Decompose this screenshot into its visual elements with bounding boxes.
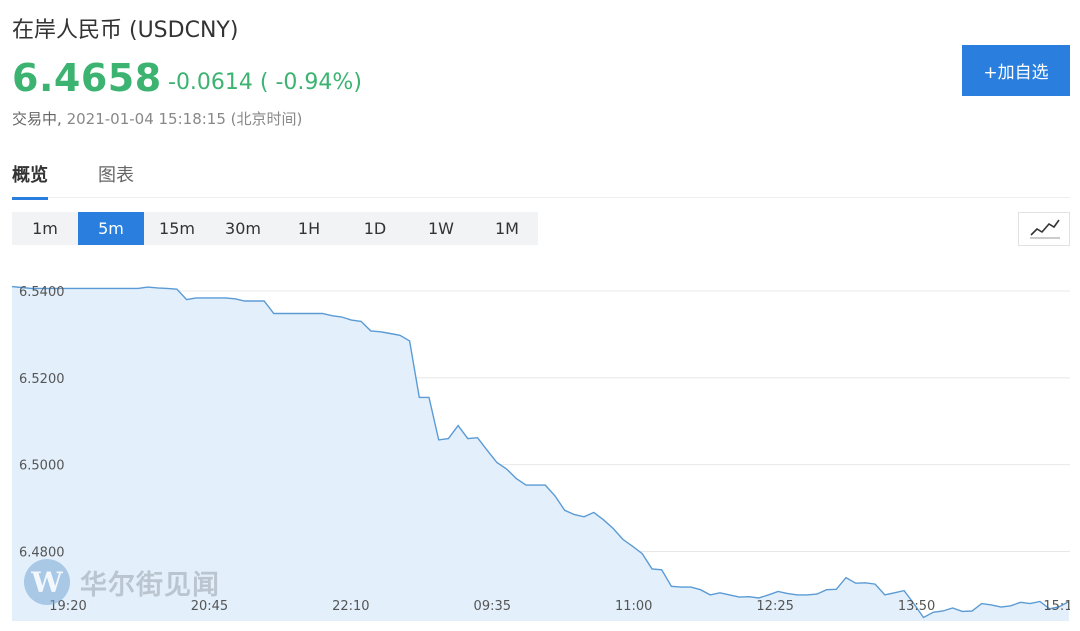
wallstreetcn-logo-icon: W	[24, 559, 70, 605]
period-1w[interactable]: 1W	[408, 212, 474, 245]
y-tick-label: 6.5400	[19, 285, 65, 300]
period-selector: 1m 5m 15m 30m 1H 1D 1W 1M	[12, 212, 538, 245]
tab-chart[interactable]: 图表	[98, 161, 134, 187]
y-tick-label: 6.5200	[19, 372, 65, 387]
x-tick-label: 22:10	[332, 599, 369, 614]
y-tick-label: 6.5000	[19, 459, 65, 474]
x-tick-label: 11:00	[615, 599, 652, 614]
trading-status: 交易中, 2021-01-04 15:18:15 (北京时间)	[12, 108, 302, 129]
tab-bar: 概览 图表	[12, 157, 1070, 200]
x-tick-label: 13:50	[898, 599, 935, 614]
x-tick-label: 09:35	[474, 599, 511, 614]
price-change: -0.0614 ( -0.94%)	[168, 70, 362, 95]
x-tick-label: 15:1	[1043, 599, 1070, 614]
period-15m[interactable]: 15m	[144, 212, 210, 245]
period-30m[interactable]: 30m	[210, 212, 276, 245]
period-1h[interactable]: 1H	[276, 212, 342, 245]
add-to-watchlist-button[interactable]: +加自选	[962, 45, 1070, 96]
status-label: 交易中,	[12, 110, 62, 128]
quote-timestamp: 2021-01-04 15:18:15 (北京时间)	[66, 110, 303, 128]
period-1mo[interactable]: 1M	[474, 212, 540, 245]
watermark: W 华尔街见闻	[24, 559, 220, 605]
instrument-title: 在岸人民币 (USDCNY)	[12, 18, 239, 43]
period-1m[interactable]: 1m	[12, 212, 78, 245]
period-1d[interactable]: 1D	[342, 212, 408, 245]
last-price: 6.4658	[12, 56, 162, 100]
period-5m[interactable]: 5m	[78, 212, 144, 245]
watermark-text: 华尔街见闻	[80, 569, 220, 601]
chart-type-toggle-button[interactable]	[1018, 212, 1070, 246]
tab-overview[interactable]: 概览	[12, 161, 48, 200]
line-chart-icon	[1030, 219, 1060, 239]
x-tick-label: 12:25	[756, 599, 793, 614]
